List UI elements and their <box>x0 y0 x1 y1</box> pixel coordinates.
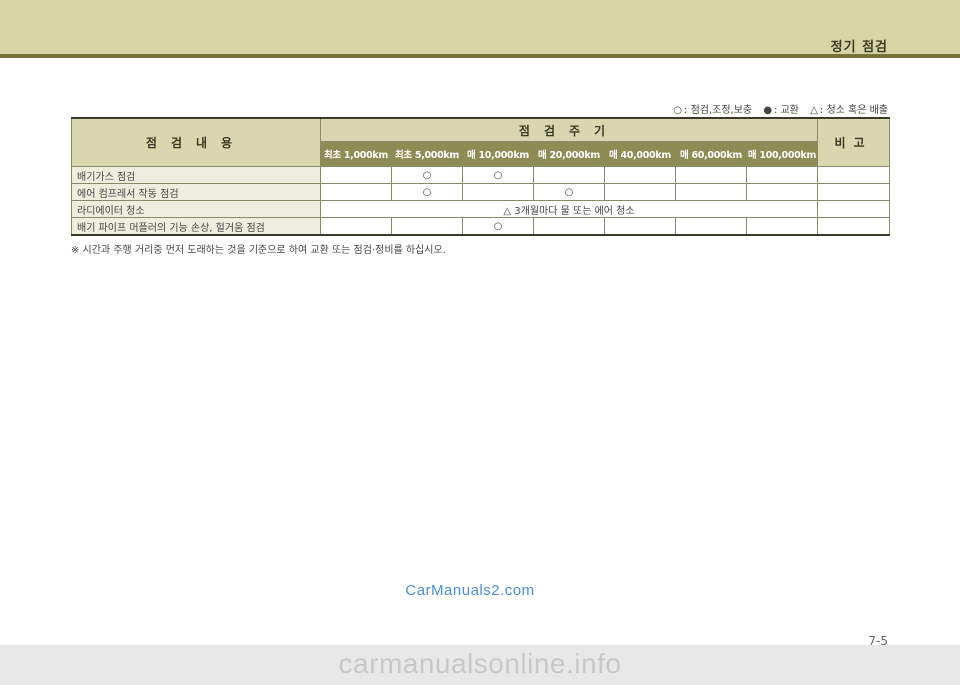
inspect-symbol-icon: ○ <box>673 105 683 116</box>
table-row: 배기 파이프 머플러의 기능 손상, 헐거움 점검 ○ <box>71 217 890 236</box>
row-mark <box>746 183 818 201</box>
header-band <box>0 0 960 54</box>
row-mark <box>675 183 747 201</box>
row-span-note: △ 3개월마다 물 또는 에어 청소 <box>320 200 818 218</box>
header-remarks: 비고 <box>817 117 890 167</box>
table-row: 에어 컴프레서 작동 점검 ○ ○ <box>71 183 890 201</box>
row-item: 배기가스 점검 <box>71 166 321 184</box>
maintenance-table: 점검내용 점검주기 비고 최초 1,000km 최초 5,000km 매 10,… <box>71 117 890 236</box>
watermark-link[interactable]: CarManuals2.com <box>0 582 940 599</box>
interval-header: 매 60,000km <box>675 141 747 167</box>
replace-label: : 교환 <box>774 105 799 116</box>
inspect-label: : 점검,조정,보충 <box>684 105 753 116</box>
row-mark <box>320 166 392 184</box>
clean-label: : 청소 혹은 배출 <box>819 105 888 116</box>
interval-header: 매 100,000km <box>746 141 818 167</box>
row-mark <box>675 166 747 184</box>
row-mark <box>391 217 463 236</box>
row-note <box>817 217 890 236</box>
footnote: ※ 시간과 주행 거리중 먼저 도래하는 것을 기준으로 하여 교환 또는 점검… <box>71 245 446 256</box>
section-title: 정기 점검 <box>830 40 888 55</box>
interval-header: 매 40,000km <box>604 141 676 167</box>
interval-header: 최초 5,000km <box>391 141 463 167</box>
row-note <box>817 166 890 184</box>
row-mark <box>746 166 818 184</box>
header-inspection-content: 점검내용 <box>71 117 321 167</box>
row-mark <box>320 217 392 236</box>
interval-header: 최초 1,000km <box>320 141 392 167</box>
row-mark <box>533 166 605 184</box>
table-row: 라디에이터 청소 △ 3개월마다 물 또는 에어 청소 <box>71 200 890 218</box>
interval-header: 매 10,000km <box>462 141 534 167</box>
row-item: 에어 컴프레서 작동 점검 <box>71 183 321 201</box>
row-mark <box>604 183 676 201</box>
row-mark <box>604 217 676 236</box>
row-mark: ○ <box>462 166 534 184</box>
row-note <box>817 183 890 201</box>
row-note <box>817 200 890 218</box>
row-mark <box>675 217 747 236</box>
header-divider <box>0 54 960 58</box>
row-mark <box>462 183 534 201</box>
interval-header: 매 20,000km <box>533 141 605 167</box>
row-mark <box>604 166 676 184</box>
header-inspection-period: 점검주기 <box>320 117 818 142</box>
row-item: 배기 파이프 머플러의 기능 손상, 헐거움 점검 <box>71 217 321 236</box>
row-mark: ○ <box>462 217 534 236</box>
row-mark: ○ <box>391 166 463 184</box>
table-row: 배기가스 점검 ○ ○ <box>71 166 890 184</box>
legend: ○: 점검,조정,보충 ●: 교환 △: 청소 혹은 배출 <box>673 101 888 116</box>
row-mark <box>320 183 392 201</box>
bottom-watermark: carmanualsonline.info <box>338 648 622 679</box>
row-item: 라디에이터 청소 <box>71 200 321 218</box>
clean-symbol-icon: △ <box>810 105 818 116</box>
row-mark <box>746 217 818 236</box>
row-mark: ○ <box>391 183 463 201</box>
replace-symbol-icon: ● <box>763 105 773 116</box>
row-mark: ○ <box>533 183 605 201</box>
row-mark <box>533 217 605 236</box>
